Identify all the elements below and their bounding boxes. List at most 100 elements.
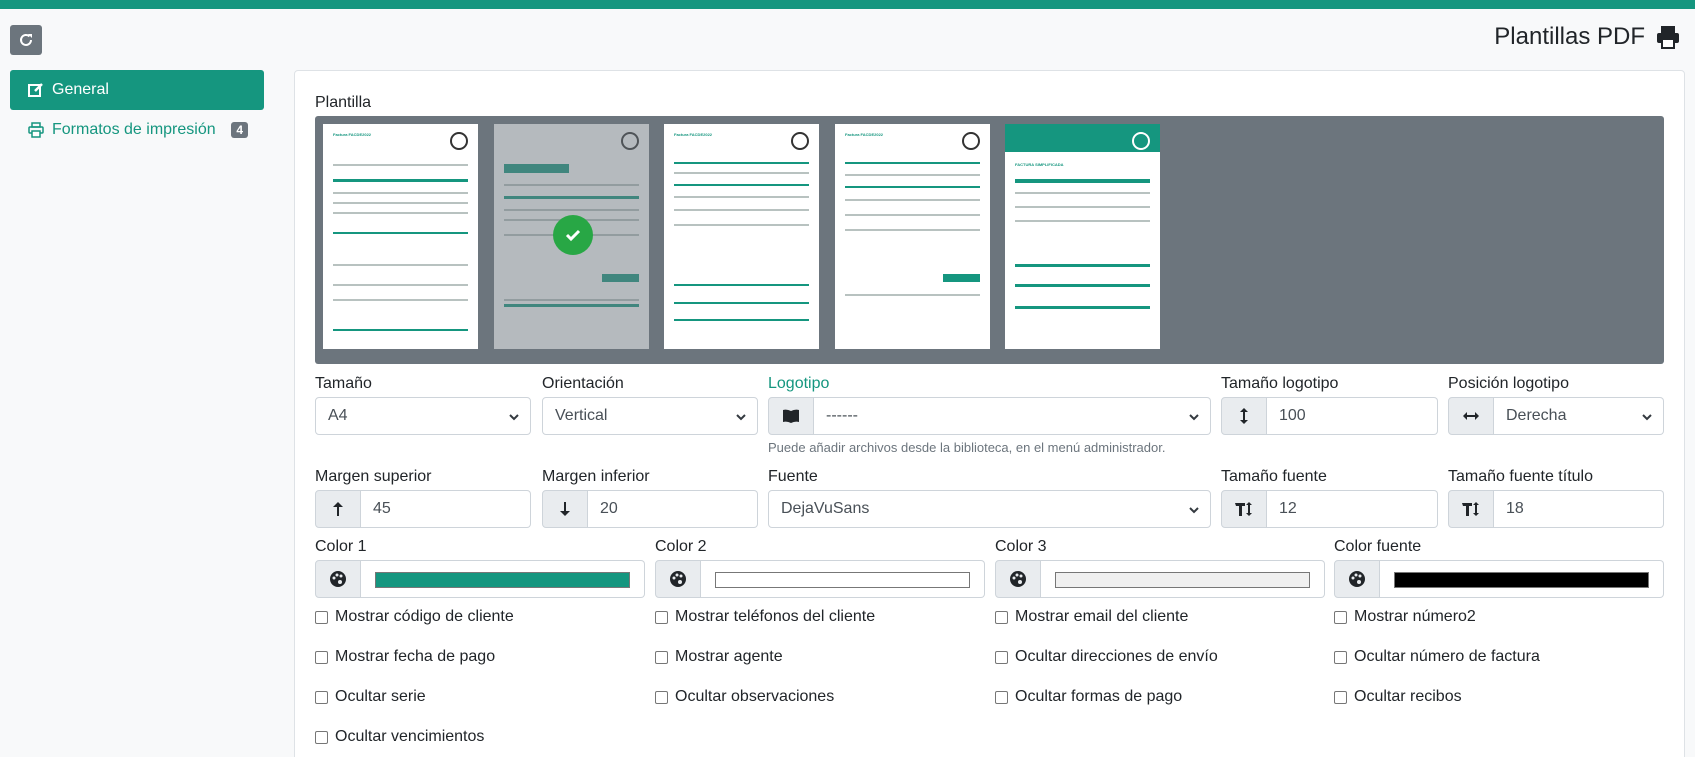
color-1-label: Color 1 [315,538,367,555]
logo-icon [791,132,809,150]
checkbox-box[interactable] [995,690,1008,704]
checkbox-label: Ocultar recibos [1354,688,1462,705]
logo-size-group: 100 [1221,397,1438,435]
checkbox-hide-invoice-number[interactable]: Ocultar número de factura [1334,648,1540,666]
logo-position-value: Derecha [1506,407,1567,424]
template-thumb-title: Factura FACDE2022 [674,132,713,137]
logo-label[interactable]: Logotipo [768,375,829,393]
checkbox-label: Ocultar formas de pago [1015,688,1183,705]
color-3-swatch [1055,572,1310,588]
title-font-size-input[interactable]: 18 [1494,490,1664,528]
logo-icon [621,132,639,150]
checkbox-label: Mostrar agente [675,648,783,665]
logo-size-input[interactable]: 100 [1267,397,1438,435]
font-size-group: 12 [1221,490,1438,528]
arrow-down-icon [542,490,588,528]
font-color-input[interactable] [1380,560,1664,598]
checkbox-label: Mostrar número2 [1354,608,1476,625]
color-1-input[interactable] [361,560,645,598]
checkbox-hide-series[interactable]: Ocultar serie [315,688,426,706]
logo-icon [1132,132,1150,150]
logo-select[interactable]: ------ [814,397,1211,435]
margin-top-group: 45 [315,490,531,528]
palette-icon [315,560,361,598]
logo-value: ------ [826,407,858,424]
checkbox-box[interactable] [655,650,668,664]
checkbox-hide-receipts[interactable]: Ocultar recibos [1334,688,1462,706]
text-height-icon [1221,490,1267,528]
page-title: Plantillas PDF [1494,23,1681,51]
checkbox-show-number2[interactable]: Mostrar número2 [1334,608,1476,626]
edit-icon [28,83,43,97]
checkbox-box[interactable] [995,610,1008,624]
sidebar-item-label: Formatos de impresión [52,121,216,138]
color-3-input[interactable] [1041,560,1325,598]
refresh-button[interactable] [10,25,42,55]
checkbox-show-customer-phones[interactable]: Mostrar teléfonos del cliente [655,608,875,626]
checkbox-label: Mostrar código de cliente [335,608,514,625]
chevron-down-icon [736,414,746,421]
checkbox-hide-shipping-addresses[interactable]: Ocultar direcciones de envío [995,648,1218,666]
checkbox-box[interactable] [1334,610,1347,624]
sidebar-item-label: General [52,81,109,98]
checkbox-label: Mostrar teléfonos del cliente [675,608,876,625]
checkbox-label: Ocultar observaciones [675,688,835,705]
sidebar: General Formatos de impresión 4 [10,70,264,150]
palette-icon [655,560,701,598]
font-color-swatch [1394,572,1649,588]
checkbox-box[interactable] [995,650,1008,664]
checkbox-show-payment-date[interactable]: Mostrar fecha de pago [315,648,495,666]
checkbox-box[interactable] [1334,690,1347,704]
sidebar-item-general[interactable]: General [10,70,264,110]
color-2-swatch [715,572,970,588]
checkbox-show-customer-email[interactable]: Mostrar email del cliente [995,608,1188,626]
checkbox-hide-payment-methods[interactable]: Ocultar formas de pago [995,688,1182,706]
template-thumb-title: FACTURA SIMPLIFICADA [1015,162,1064,167]
checkbox-label: Ocultar serie [335,688,426,705]
template-thumb-5[interactable]: FACTURA SIMPLIFICADA [1005,124,1160,349]
arrow-up-icon [315,490,361,528]
template-thumb-1[interactable]: Factura FACDE2022 [323,124,478,349]
palette-icon [995,560,1041,598]
font-color-group [1334,560,1664,598]
color-2-input[interactable] [701,560,985,598]
logo-position-select[interactable]: Derecha [1494,397,1664,435]
font-size-input[interactable]: 12 [1267,490,1438,528]
orientation-value: Vertical [555,407,608,424]
margin-top-input[interactable]: 45 [361,490,531,528]
margin-bottom-input[interactable]: 20 [588,490,758,528]
color-2-group [655,560,985,598]
checkbox-box[interactable] [655,690,668,704]
font-size-label: Tamaño fuente [1221,468,1327,485]
template-thumb-title: Factura FACDE2022 [845,132,884,137]
book-icon [768,397,814,435]
checkbox-hide-due-dates[interactable]: Ocultar vencimientos [315,728,484,746]
checkbox-box[interactable] [315,650,328,664]
palette-icon [1334,560,1380,598]
logo-group: ------ [768,397,1211,435]
template-thumb-3[interactable]: Factura FACDE2022 [664,124,819,349]
checkbox-box[interactable] [315,610,328,624]
refresh-icon [20,33,32,46]
checkbox-label: Ocultar número de factura [1354,648,1540,665]
checkbox-box[interactable] [315,690,328,704]
checkbox-show-customer-code[interactable]: Mostrar código de cliente [315,608,514,626]
orientation-select[interactable]: Vertical [542,397,758,435]
template-label: Plantilla [315,94,372,111]
print-icon [1657,26,1679,49]
font-value: DejaVuSans [781,500,870,517]
template-gallery: Factura FACDE2022 Factura FACDE2022 Fact… [315,116,1664,364]
checkbox-show-agent[interactable]: Mostrar agente [655,648,783,666]
size-select[interactable]: A4 [315,397,531,435]
margin-bottom-label: Margen inferior [542,468,650,485]
checkbox-box[interactable] [315,730,328,744]
top-accent-bar [0,0,1695,9]
checkbox-label: Mostrar fecha de pago [335,648,496,665]
template-thumb-4[interactable]: Factura FACDE2022 [835,124,990,349]
font-label: Fuente [768,468,818,485]
font-select[interactable]: DejaVuSans [768,490,1211,528]
checkbox-box[interactable] [1334,650,1347,664]
checkbox-hide-observations[interactable]: Ocultar observaciones [655,688,834,706]
sidebar-item-print-formats[interactable]: Formatos de impresión 4 [10,110,264,150]
checkbox-box[interactable] [655,610,668,624]
